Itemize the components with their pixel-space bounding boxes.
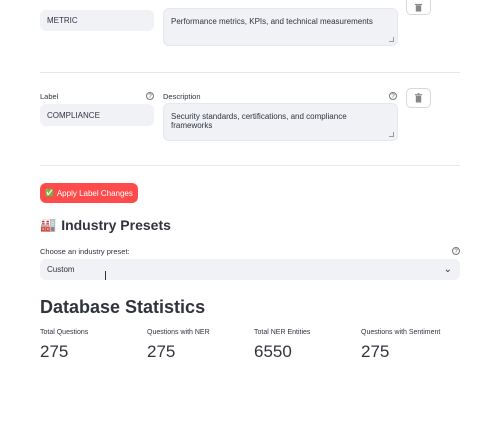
label-input-metric[interactable]: METRIC: [40, 10, 154, 31]
stat-value: 275: [361, 342, 390, 361]
stat-total-questions: Total Questions 275: [40, 329, 88, 362]
label-input-value: COMPLIANCE: [47, 110, 100, 120]
stat-label: Total Questions: [40, 329, 89, 336]
stat-questions-with-ner: Questions with NER 275: [147, 329, 210, 362]
trash-icon: [414, 3, 423, 12]
resize-handle[interactable]: [389, 37, 394, 42]
row-divider: [40, 165, 460, 166]
label-input-compliance[interactable]: COMPLIANCE: [40, 104, 154, 126]
stat-value: 275: [40, 342, 69, 361]
industry-selected-value: Custom: [47, 265, 75, 274]
stat-value: 6550: [254, 342, 292, 361]
description-text: Security standards, certifications, and …: [171, 112, 347, 130]
row-divider: [40, 72, 460, 73]
trash-icon: [414, 93, 423, 103]
stat-total-ner-entities: Total NER Entities 6550: [254, 329, 310, 362]
label-input-value: METRIC: [47, 16, 78, 25]
database-statistics-heading: Database Statistics: [40, 297, 206, 317]
delete-label-button-compliance[interactable]: [406, 88, 431, 108]
stat-label: Questions with NER: [147, 329, 210, 336]
apply-button-label: Apply Label Changes: [56, 188, 133, 198]
stat-value: 275: [147, 342, 176, 361]
industry-presets-heading: 🏭 Industry Presets: [40, 217, 171, 233]
description-text: Performance metrics, KPIs, and technical…: [171, 17, 373, 26]
description-help-icon[interactable]: ?: [389, 92, 397, 100]
check-icon: ✅: [45, 190, 54, 197]
description-caption: Description: [163, 92, 201, 101]
resize-handle[interactable]: [389, 132, 394, 137]
industry-help-icon[interactable]: ?: [452, 247, 460, 255]
delete-label-button-metric[interactable]: [406, 0, 431, 15]
stat-label: Total NER Entities: [254, 329, 311, 336]
industry-presets-title: Industry Presets: [61, 217, 171, 233]
stat-questions-with-sentiment: Questions with Sentiment 275: [361, 329, 440, 362]
factory-icon: 🏭: [40, 217, 57, 232]
description-textarea-metric[interactable]: Performance metrics, KPIs, and technical…: [163, 8, 398, 46]
label-caption: Label: [40, 92, 59, 101]
industry-preset-select[interactable]: Custom ⌄: [40, 259, 460, 280]
chevron-down-icon: ⌄: [443, 263, 452, 275]
apply-label-changes-button[interactable]: ✅ Apply Label Changes: [40, 183, 138, 203]
description-textarea-compliance[interactable]: Security standards, certifications, and …: [163, 103, 398, 141]
stat-label: Questions with Sentiment: [361, 329, 441, 336]
label-help-icon[interactable]: ?: [146, 92, 154, 100]
industry-select-caption: Choose an industry preset:: [40, 247, 130, 256]
text-cursor-icon: [105, 271, 106, 280]
